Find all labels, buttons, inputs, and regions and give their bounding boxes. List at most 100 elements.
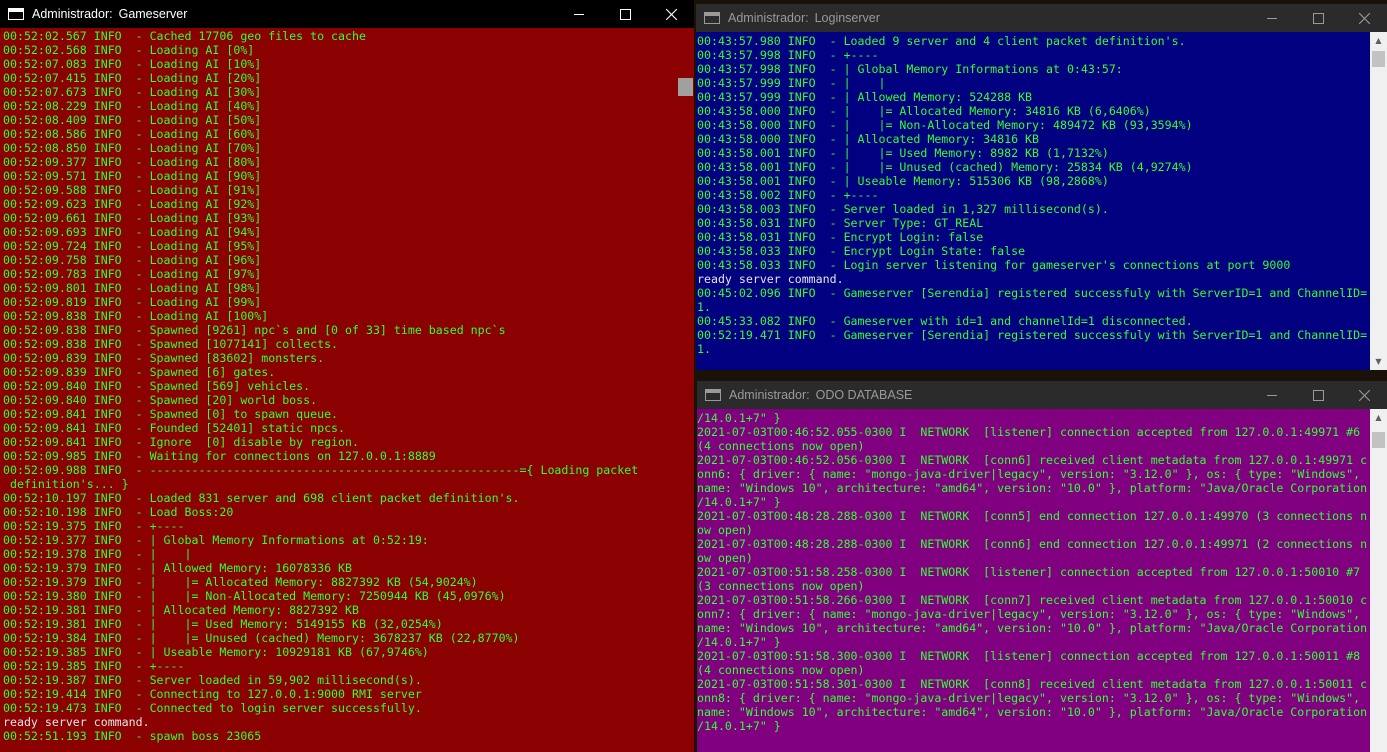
console-line: (4 connections now open) (697, 439, 865, 453)
minimize-button[interactable] (556, 0, 602, 28)
console-line: 00:43:58.001 INFO - | Useable Memory: 51… (697, 174, 1109, 188)
console-line: 00:43:58.033 INFO - Login server listeni… (697, 258, 1291, 272)
console-line: 1. (697, 300, 711, 314)
console-line: 00:52:19.378 INFO - | | (3, 547, 192, 561)
arrow-down-icon: ▼ (1375, 357, 1382, 366)
maximize-button[interactable] (1295, 381, 1341, 409)
console-line: 00:52:19.385 INFO - | Useable Memory: 10… (3, 645, 429, 659)
minimize-button[interactable] (1249, 381, 1295, 409)
console-line: name: "Windows 10", architecture: "amd64… (697, 705, 1368, 719)
database-titlebar[interactable]: Administrador: ODO DATABASE (697, 381, 1387, 409)
console-line: 00:52:19.381 INFO - | |= Used Memory: 51… (3, 617, 443, 631)
window-controls (556, 0, 694, 28)
console-line: /14.0.1+7" } (697, 635, 781, 649)
scrollbar-thumb[interactable] (1372, 432, 1385, 448)
console-line: 00:52:09.571 INFO - Loading AI [90%] (3, 169, 262, 183)
title-prefix: Administrador: (729, 388, 810, 402)
console-line: 00:43:57.998 INFO - +---- (697, 48, 879, 62)
gameserver-console[interactable]: 00:52:02.567 INFO - Cached 17706 geo fil… (0, 28, 694, 752)
console-output: 00:43:57.980 INFO - Loaded 9 server and … (697, 32, 1370, 356)
loginserver-console[interactable]: 00:43:57.980 INFO - Loaded 9 server and … (696, 32, 1387, 370)
console-line: 00:52:10.197 INFO - Loaded 831 server an… (3, 491, 520, 505)
console-line: 2021-07-03T00:51:58.301-0300 I NETWORK [… (697, 677, 1368, 691)
console-line: 00:52:02.568 INFO - Loading AI [0%] (3, 43, 255, 57)
console-line: 00:43:58.002 INFO - +---- (697, 188, 879, 202)
console-line: 2021-07-03T00:51:58.258-0300 I NETWORK [… (697, 565, 1361, 579)
vertical-scrollbar[interactable]: ▲ ▼ (1370, 32, 1387, 370)
console-line: 00:52:09.840 INFO - Spawned [569] vehicl… (3, 379, 311, 393)
console-line: 00:45:02.096 INFO - Gameserver [Serendia… (697, 286, 1368, 300)
console-line: onn6: { driver: { name: "mongo-java-driv… (697, 467, 1361, 481)
console-line: 00:52:09.840 INFO - Spawned [20] world b… (3, 393, 318, 407)
maximize-icon (1312, 389, 1324, 401)
scroll-up-button[interactable]: ▲ (1370, 32, 1387, 49)
console-line: 00:52:09.819 INFO - Loading AI [99%] (3, 295, 262, 309)
console-line: 00:52:09.661 INFO - Loading AI [93%] (3, 211, 262, 225)
database-console[interactable]: /14.0.1+7" } 2021-07-03T00:46:52.055-0300… (697, 409, 1387, 752)
console-line: 00:43:58.000 INFO - | |= Allocated Memor… (697, 104, 1151, 118)
console-line: 00:52:09.377 INFO - Loading AI [80%] (3, 155, 262, 169)
title-name: ODO DATABASE (815, 388, 913, 402)
gameserver-titlebar[interactable]: Administrador: Gameserver (0, 0, 694, 28)
console-line: 00:52:19.375 INFO - +---- (3, 519, 185, 533)
console-line: name: "Windows 10", architecture: "amd64… (697, 481, 1368, 495)
console-line: 00:52:08.409 INFO - Loading AI [50%] (3, 113, 262, 127)
console-line: ready server command. (3, 715, 150, 729)
console-line: 00:52:07.415 INFO - Loading AI [20%] (3, 71, 262, 85)
console-line: 00:52:19.384 INFO - | |= Unused (cached)… (3, 631, 520, 645)
console-line: 2021-07-03T00:51:58.300-0300 I NETWORK [… (697, 649, 1361, 663)
console-line: 2021-07-03T00:48:28.288-0300 I NETWORK [… (697, 509, 1368, 523)
console-line: 00:52:07.083 INFO - Loading AI [10%] (3, 57, 262, 71)
scroll-up-button[interactable]: ▲ (1370, 409, 1387, 426)
console-line: 00:52:19.379 INFO - | Allowed Memory: 16… (3, 561, 353, 575)
console-line: 00:52:09.839 INFO - Spawned [83602] mons… (3, 351, 325, 365)
console-line: 00:52:08.229 INFO - Loading AI [40%] (3, 99, 262, 113)
console-line: 00:52:09.841 INFO - Ignore [0] disable b… (3, 435, 359, 449)
scroll-down-button[interactable]: ▼ (1370, 353, 1387, 370)
scrollbar-thumb[interactable] (1372, 51, 1385, 67)
close-button[interactable] (1341, 4, 1387, 32)
console-line: 00:43:58.001 INFO - | |= Unused (cached)… (697, 160, 1193, 174)
console-line: 00:52:09.588 INFO - Loading AI [91%] (3, 183, 262, 197)
console-line: (4 connections now open) (697, 663, 865, 677)
console-line: /14.0.1+7" } (697, 411, 781, 425)
console-line: /14.0.1+7" } (697, 495, 781, 509)
window-controls (1249, 4, 1387, 32)
console-line: name: "Windows 10", architecture: "amd64… (697, 621, 1368, 635)
vertical-scrollbar[interactable] (677, 28, 694, 752)
console-line: 00:52:09.838 INFO - Loading AI [100%] (3, 309, 269, 323)
console-line: 00:52:19.377 INFO - | Global Memory Info… (3, 533, 429, 547)
console-line: onn8: { driver: { name: "mongo-java-driv… (697, 691, 1361, 705)
window-controls (1249, 381, 1387, 409)
console-line: 00:52:09.838 INFO - Spawned [1077141] co… (3, 337, 339, 351)
maximize-icon (619, 8, 631, 20)
close-icon (665, 8, 677, 20)
close-button[interactable] (1341, 381, 1387, 409)
console-line: 00:43:58.033 INFO - Encrypt Login State:… (697, 244, 1026, 258)
gameserver-window[interactable]: Administrador: Gameserver 00:52:02.567 IN… (0, 0, 694, 752)
console-line: ready server command. (697, 272, 844, 286)
maximize-icon (1312, 12, 1324, 24)
minimize-button[interactable] (1249, 4, 1295, 32)
close-button[interactable] (648, 0, 694, 28)
console-line: 00:52:09.693 INFO - Loading AI [94%] (3, 225, 262, 239)
console-line: 00:52:09.801 INFO - Loading AI [98%] (3, 281, 262, 295)
console-line: 00:52:07.673 INFO - Loading AI [30%] (3, 85, 262, 99)
console-line: /14.0.1+7" } (697, 719, 781, 733)
loginserver-titlebar[interactable]: Administrador: Loginserver (696, 4, 1387, 32)
minimize-icon (574, 14, 584, 15)
vertical-scrollbar[interactable]: ▲ (1370, 409, 1387, 752)
maximize-button[interactable] (1295, 4, 1341, 32)
console-line: 00:43:58.031 INFO - Server Type: GT_REAL (697, 216, 984, 230)
console-line: 00:45:33.082 INFO - Gameserver with id=1… (697, 314, 1193, 328)
console-output: /14.0.1+7" } 2021-07-03T00:46:52.055-0300… (697, 409, 1370, 733)
scrollbar-thumb[interactable] (678, 78, 693, 96)
console-line: 00:43:57.998 INFO - | Global Memory Info… (697, 62, 1123, 76)
console-line: 00:52:19.414 INFO - Connecting to 127.0.… (3, 687, 422, 701)
console-line: 2021-07-03T00:46:52.055-0300 I NETWORK [… (697, 425, 1361, 439)
console-line: 00:52:10.198 INFO - Load Boss:20 (3, 505, 234, 519)
maximize-button[interactable] (602, 0, 648, 28)
console-line: 00:52:09.623 INFO - Loading AI [92%] (3, 197, 262, 211)
loginserver-window[interactable]: Administrador: Loginserver 00:43:57.980 I… (696, 4, 1387, 370)
database-window[interactable]: Administrador: ODO DATABASE /14.0.1+7" } 2… (697, 381, 1387, 752)
